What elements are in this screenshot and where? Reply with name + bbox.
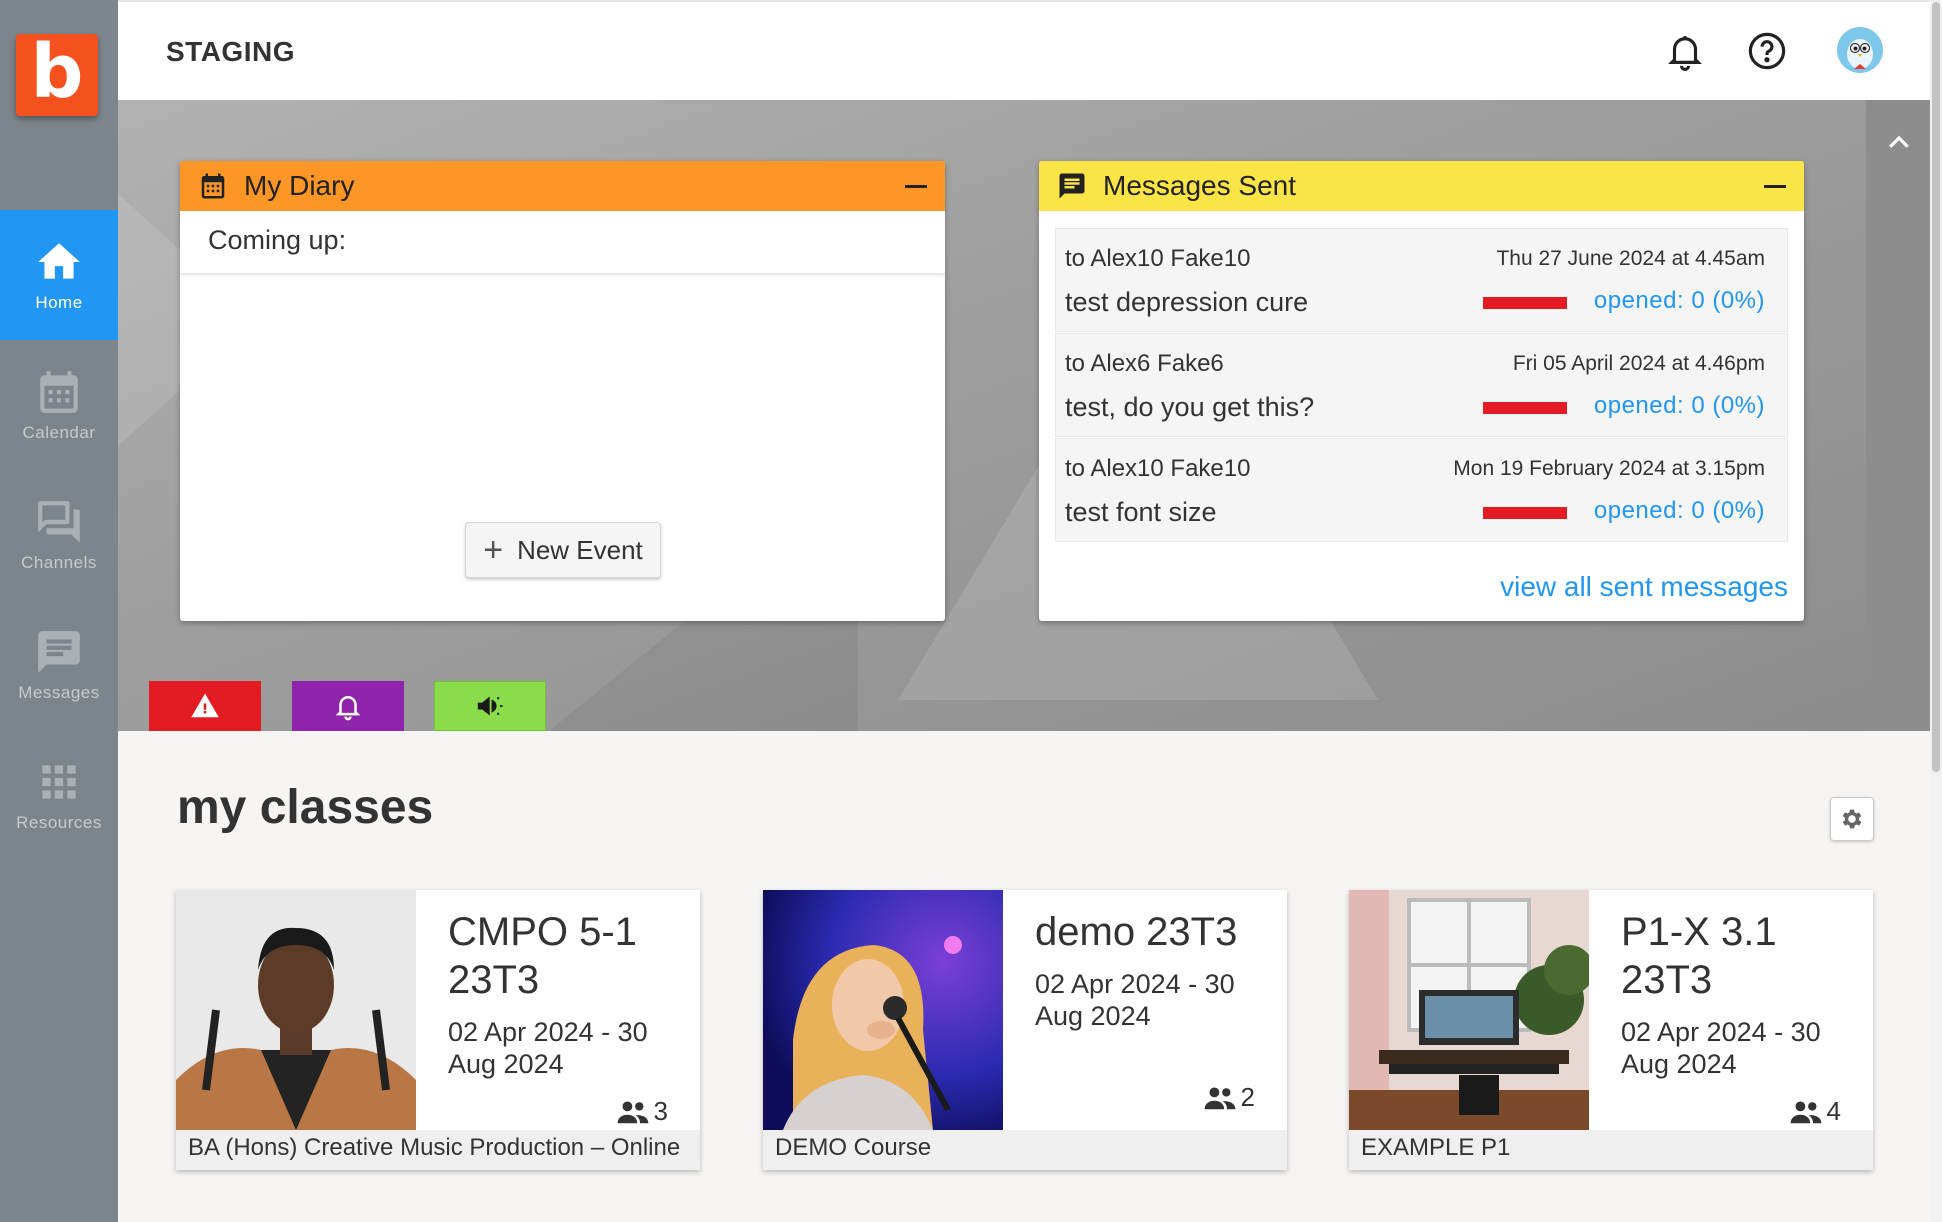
sidebar-item-label: Messages xyxy=(18,683,100,702)
help-icon[interactable] xyxy=(1746,30,1788,72)
opened-count: opened: 0 (0%) xyxy=(1593,497,1765,524)
diary-title: My Diary xyxy=(244,170,355,201)
member-count-value: 2 xyxy=(1240,1082,1255,1112)
message-recipient: to Alex6 Fake6 xyxy=(1065,350,1224,377)
class-card[interactable]: demo 23T3 02 Apr 2024 - 30 Aug 2024 2 DE… xyxy=(763,890,1287,1170)
sidebar-item-label: Resources xyxy=(16,813,102,832)
resources-icon xyxy=(42,765,76,799)
class-photo-singer xyxy=(763,890,1003,1130)
sent-message-row[interactable]: to Alex10 Fake10 Thu 27 June 2024 at 4.4… xyxy=(1055,228,1788,332)
message-subject: test depression cure xyxy=(1065,287,1309,317)
member-count: 4 xyxy=(1789,1096,1841,1127)
sidebar-item-resources[interactable]: Resources xyxy=(0,730,118,860)
megaphone-icon xyxy=(477,696,503,716)
plus-icon: + xyxy=(483,531,504,569)
minimize-button[interactable] xyxy=(1764,184,1786,188)
gear-icon xyxy=(1842,809,1862,829)
messages-sent-widget: Messages Sent to Alex10 Fake10 Thu 27 Ju… xyxy=(1039,161,1804,621)
new-event-label: New Event xyxy=(517,534,643,565)
minimize-button[interactable] xyxy=(905,184,927,188)
calendar-icon xyxy=(201,173,225,199)
member-count-value: 4 xyxy=(1826,1096,1841,1126)
app-logo[interactable]: b xyxy=(16,34,98,116)
message-subject: test, do you get this? xyxy=(1065,392,1315,422)
class-settings-button[interactable] xyxy=(1830,797,1874,841)
class-name: CMPO 5-1 23T3 xyxy=(448,910,637,1002)
my-classes-heading: my classes xyxy=(177,781,434,834)
logo-letter: b xyxy=(30,29,84,115)
scrollbar-thumb[interactable] xyxy=(1932,2,1940,772)
home-icon xyxy=(38,243,80,279)
sent-message-row[interactable]: to Alex10 Fake10 Mon 19 February 2024 at… xyxy=(1055,438,1788,542)
member-count: 3 xyxy=(616,1096,668,1127)
message-icon xyxy=(1059,173,1085,199)
message-subject: test font size xyxy=(1065,497,1217,527)
new-event-button[interactable]: + New Event xyxy=(465,522,661,578)
page-scrollbar[interactable] xyxy=(1930,0,1942,1222)
coming-up-label: Coming up: xyxy=(180,211,945,273)
member-count: 2 xyxy=(1203,1082,1255,1113)
sidebar-item-calendar[interactable]: Calendar xyxy=(0,340,118,470)
class-thumbnail xyxy=(176,890,416,1130)
member-count-value: 3 xyxy=(653,1096,668,1126)
messages-icon xyxy=(38,631,80,673)
class-thumbnail xyxy=(1349,890,1589,1130)
sidebar-item-channels[interactable]: Channels xyxy=(0,470,118,600)
sidebar-item-label: Calendar xyxy=(22,423,96,442)
class-dates: 02 Apr 2024 - 30 Aug 2024 xyxy=(1035,969,1235,1031)
course-name: DEMO Course xyxy=(763,1130,1287,1170)
message-recipient: to Alex10 Fake10 xyxy=(1065,245,1251,272)
sidebar-item-messages[interactable]: Messages xyxy=(0,600,118,730)
opened-count: opened: 0 (0%) xyxy=(1593,392,1765,419)
sidebar-item-home[interactable]: Home xyxy=(0,210,118,340)
top-header: STAGING xyxy=(118,0,1930,100)
people-icon xyxy=(617,1101,648,1123)
people-icon xyxy=(1790,1101,1821,1123)
page-title: STAGING xyxy=(166,36,295,67)
messages-title: Messages Sent xyxy=(1103,170,1296,201)
class-dates: 02 Apr 2024 - 30 Aug 2024 xyxy=(448,1017,648,1079)
class-thumbnail xyxy=(763,890,1003,1130)
people-icon xyxy=(1204,1087,1235,1109)
course-name: BA (Hons) Creative Music Production – On… xyxy=(176,1130,700,1170)
message-date: Fri 05 April 2024 at 4.46pm xyxy=(1512,352,1765,375)
message-date: Thu 27 June 2024 at 4.45am xyxy=(1496,247,1765,270)
announcements-tab[interactable] xyxy=(434,681,546,731)
warning-icon xyxy=(191,693,219,718)
my-diary-widget: My Diary Coming up: + New Event xyxy=(180,161,945,621)
channels-icon xyxy=(38,501,80,543)
class-name: P1-X 3.1 23T3 xyxy=(1621,910,1777,1002)
class-dates: 02 Apr 2024 - 30 Aug 2024 xyxy=(1621,1017,1821,1079)
class-name: demo 23T3 xyxy=(1035,910,1238,954)
bell-icon[interactable] xyxy=(1664,30,1706,72)
collapse-strip xyxy=(1866,100,1930,731)
message-recipient: to Alex10 Fake10 xyxy=(1065,455,1251,482)
avatar[interactable] xyxy=(1836,26,1884,74)
notifications-tab[interactable] xyxy=(292,681,404,731)
chevron-up-icon[interactable] xyxy=(1884,128,1914,158)
class-photo-studio xyxy=(1349,890,1589,1130)
bell-icon xyxy=(335,696,361,721)
course-name: EXAMPLE P1 xyxy=(1349,1130,1873,1170)
calendar-icon xyxy=(40,371,78,413)
alerts-tab[interactable] xyxy=(149,681,261,731)
message-date: Mon 19 February 2024 at 3.15pm xyxy=(1453,457,1765,480)
sidebar-item-label: Channels xyxy=(21,553,97,572)
sent-message-row[interactable]: to Alex6 Fake6 Fri 05 April 2024 at 4.46… xyxy=(1055,333,1788,437)
class-card[interactable]: CMPO 5-1 23T3 02 Apr 2024 - 30 Aug 2024 … xyxy=(176,890,700,1170)
diary-header: My Diary xyxy=(180,161,945,211)
messages-header: Messages Sent xyxy=(1039,161,1804,211)
open-rate-bar xyxy=(1483,297,1567,309)
class-card[interactable]: P1-X 3.1 23T3 02 Apr 2024 - 30 Aug 2024 … xyxy=(1349,890,1873,1170)
sidebar: b Home Calendar Channels Messages Resour… xyxy=(0,0,118,1222)
view-all-sent-messages-link[interactable]: view all sent messages xyxy=(1500,571,1788,603)
open-rate-bar xyxy=(1483,507,1567,519)
open-rate-bar xyxy=(1483,402,1567,414)
sidebar-item-label: Home xyxy=(35,293,83,312)
class-photo-portrait xyxy=(176,890,416,1130)
opened-count: opened: 0 (0%) xyxy=(1593,287,1765,314)
